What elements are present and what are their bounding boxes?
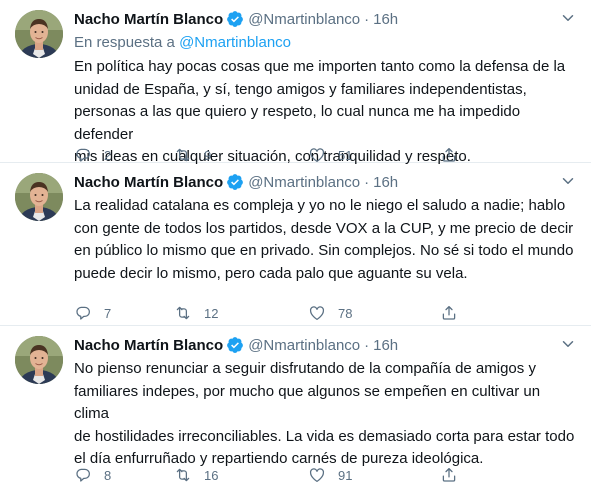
retweet-icon	[174, 466, 192, 484]
separator-dot: ·	[364, 10, 370, 28]
reply-icon	[74, 146, 92, 164]
reply-icon	[74, 466, 92, 484]
tweet-actions: 2 9 51	[74, 146, 458, 164]
retweet-icon	[174, 304, 192, 322]
reply-icon	[74, 304, 92, 322]
tweet-timestamp[interactable]: 16h	[373, 11, 398, 28]
like-icon	[308, 466, 326, 484]
tweet-text-line: unidad de España, y sí, tengo amigos y f…	[74, 80, 527, 98]
tweet-text-line: personas a las que quiero y respeto, lo …	[74, 103, 521, 143]
reply-context: En respuesta a @Nmartinblanco	[74, 33, 579, 53]
tweet-text-line: con gente de todos los partidos, desde V…	[74, 219, 574, 237]
retweet-button[interactable]: 16	[174, 466, 308, 484]
tweet-text-line: No pienso renunciar a seguir disfrutando…	[74, 360, 536, 377]
tweet-header: Nacho Martín Blanco @Nmartinblanco · 16h	[74, 9, 579, 29]
separator-dot: ·	[364, 336, 370, 354]
avatar-photo	[15, 336, 63, 384]
author-handle[interactable]: @Nmartinblanco	[248, 337, 360, 354]
avatar[interactable]	[15, 173, 63, 221]
avatar[interactable]	[15, 10, 63, 58]
retweet-count: 9	[204, 147, 212, 163]
share-icon	[440, 466, 458, 484]
more-caret-icon[interactable]	[559, 172, 577, 190]
share-button[interactable]	[440, 146, 458, 164]
reply-count: 7	[104, 305, 112, 321]
like-count: 78	[338, 305, 353, 321]
separator-dot: ·	[364, 173, 370, 191]
retweet-icon	[174, 146, 192, 164]
tweet-content: Nacho Martín Blanco @Nmartinblanco · 16h…	[74, 172, 579, 285]
tweet-text: La realidad catalana es compleja y yo no…	[74, 195, 579, 285]
author-name[interactable]: Nacho Martín Blanco	[74, 11, 223, 28]
like-count: 91	[338, 467, 353, 483]
avatar-photo	[15, 173, 63, 221]
tweet-text: No pienso renunciar a seguir disfrutando…	[74, 358, 579, 471]
author-name[interactable]: Nacho Martín Blanco	[74, 337, 223, 354]
author-handle[interactable]: @Nmartinblanco	[248, 11, 360, 28]
tweet-text-line: En política hay pocas cosas que me impor…	[74, 58, 566, 75]
reply-count: 8	[104, 467, 112, 483]
tweet-header: Nacho Martín Blanco @Nmartinblanco · 16h	[74, 172, 579, 192]
avatar-photo	[15, 10, 63, 58]
reply-count: 2	[104, 147, 112, 163]
tweet-actions: 7 12 78	[74, 304, 458, 322]
author-name[interactable]: Nacho Martín Blanco	[74, 174, 223, 191]
tweet-text-line: puede decir lo mismo, pero cada palo que…	[74, 264, 468, 282]
retweet-count: 16	[204, 467, 219, 483]
verified-badge-icon	[226, 336, 244, 354]
like-button[interactable]: 78	[308, 304, 440, 322]
tweet-text-line: familiares indepes, por mucho que alguno…	[74, 382, 541, 423]
retweet-button[interactable]: 12	[174, 304, 308, 322]
reply-button[interactable]: 2	[74, 146, 174, 164]
reply-button[interactable]: 7	[74, 304, 174, 322]
reply-button[interactable]: 8	[74, 466, 174, 484]
like-button[interactable]: 51	[308, 146, 440, 164]
author-handle[interactable]: @Nmartinblanco	[248, 174, 360, 191]
tweet-timestamp[interactable]: 16h	[373, 174, 398, 191]
reply-prefix: En respuesta a	[74, 34, 175, 51]
tweet[interactable]: Nacho Martín Blanco @Nmartinblanco · 16h…	[0, 0, 591, 165]
tweet-text-line: La realidad catalana es compleja y yo no…	[74, 197, 566, 214]
share-icon	[440, 304, 458, 322]
share-button[interactable]	[440, 304, 458, 322]
more-caret-icon[interactable]	[559, 9, 577, 27]
verified-badge-icon	[226, 10, 244, 28]
retweet-count: 12	[204, 305, 219, 321]
tweet-actions: 8 16 91	[74, 466, 458, 484]
like-icon	[308, 146, 326, 164]
like-button[interactable]: 91	[308, 466, 440, 484]
share-button[interactable]	[440, 466, 458, 484]
more-caret-icon[interactable]	[559, 335, 577, 353]
tweet-content: Nacho Martín Blanco @Nmartinblanco · 16h…	[74, 9, 579, 169]
tweet-timestamp[interactable]: 16h	[373, 337, 398, 354]
like-icon	[308, 304, 326, 322]
tweet-thread: Nacho Martín Blanco @Nmartinblanco · 16h…	[0, 0, 591, 491]
share-icon	[440, 146, 458, 164]
reply-handle-link[interactable]: @Nmartinblanco	[179, 34, 291, 51]
tweet-text-line: en público lo mismo que en privado. Sin …	[74, 242, 574, 259]
verified-badge-icon	[226, 173, 244, 191]
tweet-content: Nacho Martín Blanco @Nmartinblanco · 16h…	[74, 335, 579, 471]
tweet[interactable]: Nacho Martín Blanco @Nmartinblanco · 16h…	[0, 163, 591, 326]
tweet[interactable]: Nacho Martín Blanco @Nmartinblanco · 16h…	[0, 326, 591, 491]
like-count: 51	[338, 147, 353, 163]
tweet-header: Nacho Martín Blanco @Nmartinblanco · 16h	[74, 335, 579, 355]
retweet-button[interactable]: 9	[174, 146, 308, 164]
tweet-text-line: de hostilidades irreconciliables. La vid…	[74, 427, 575, 445]
avatar[interactable]	[15, 336, 63, 384]
